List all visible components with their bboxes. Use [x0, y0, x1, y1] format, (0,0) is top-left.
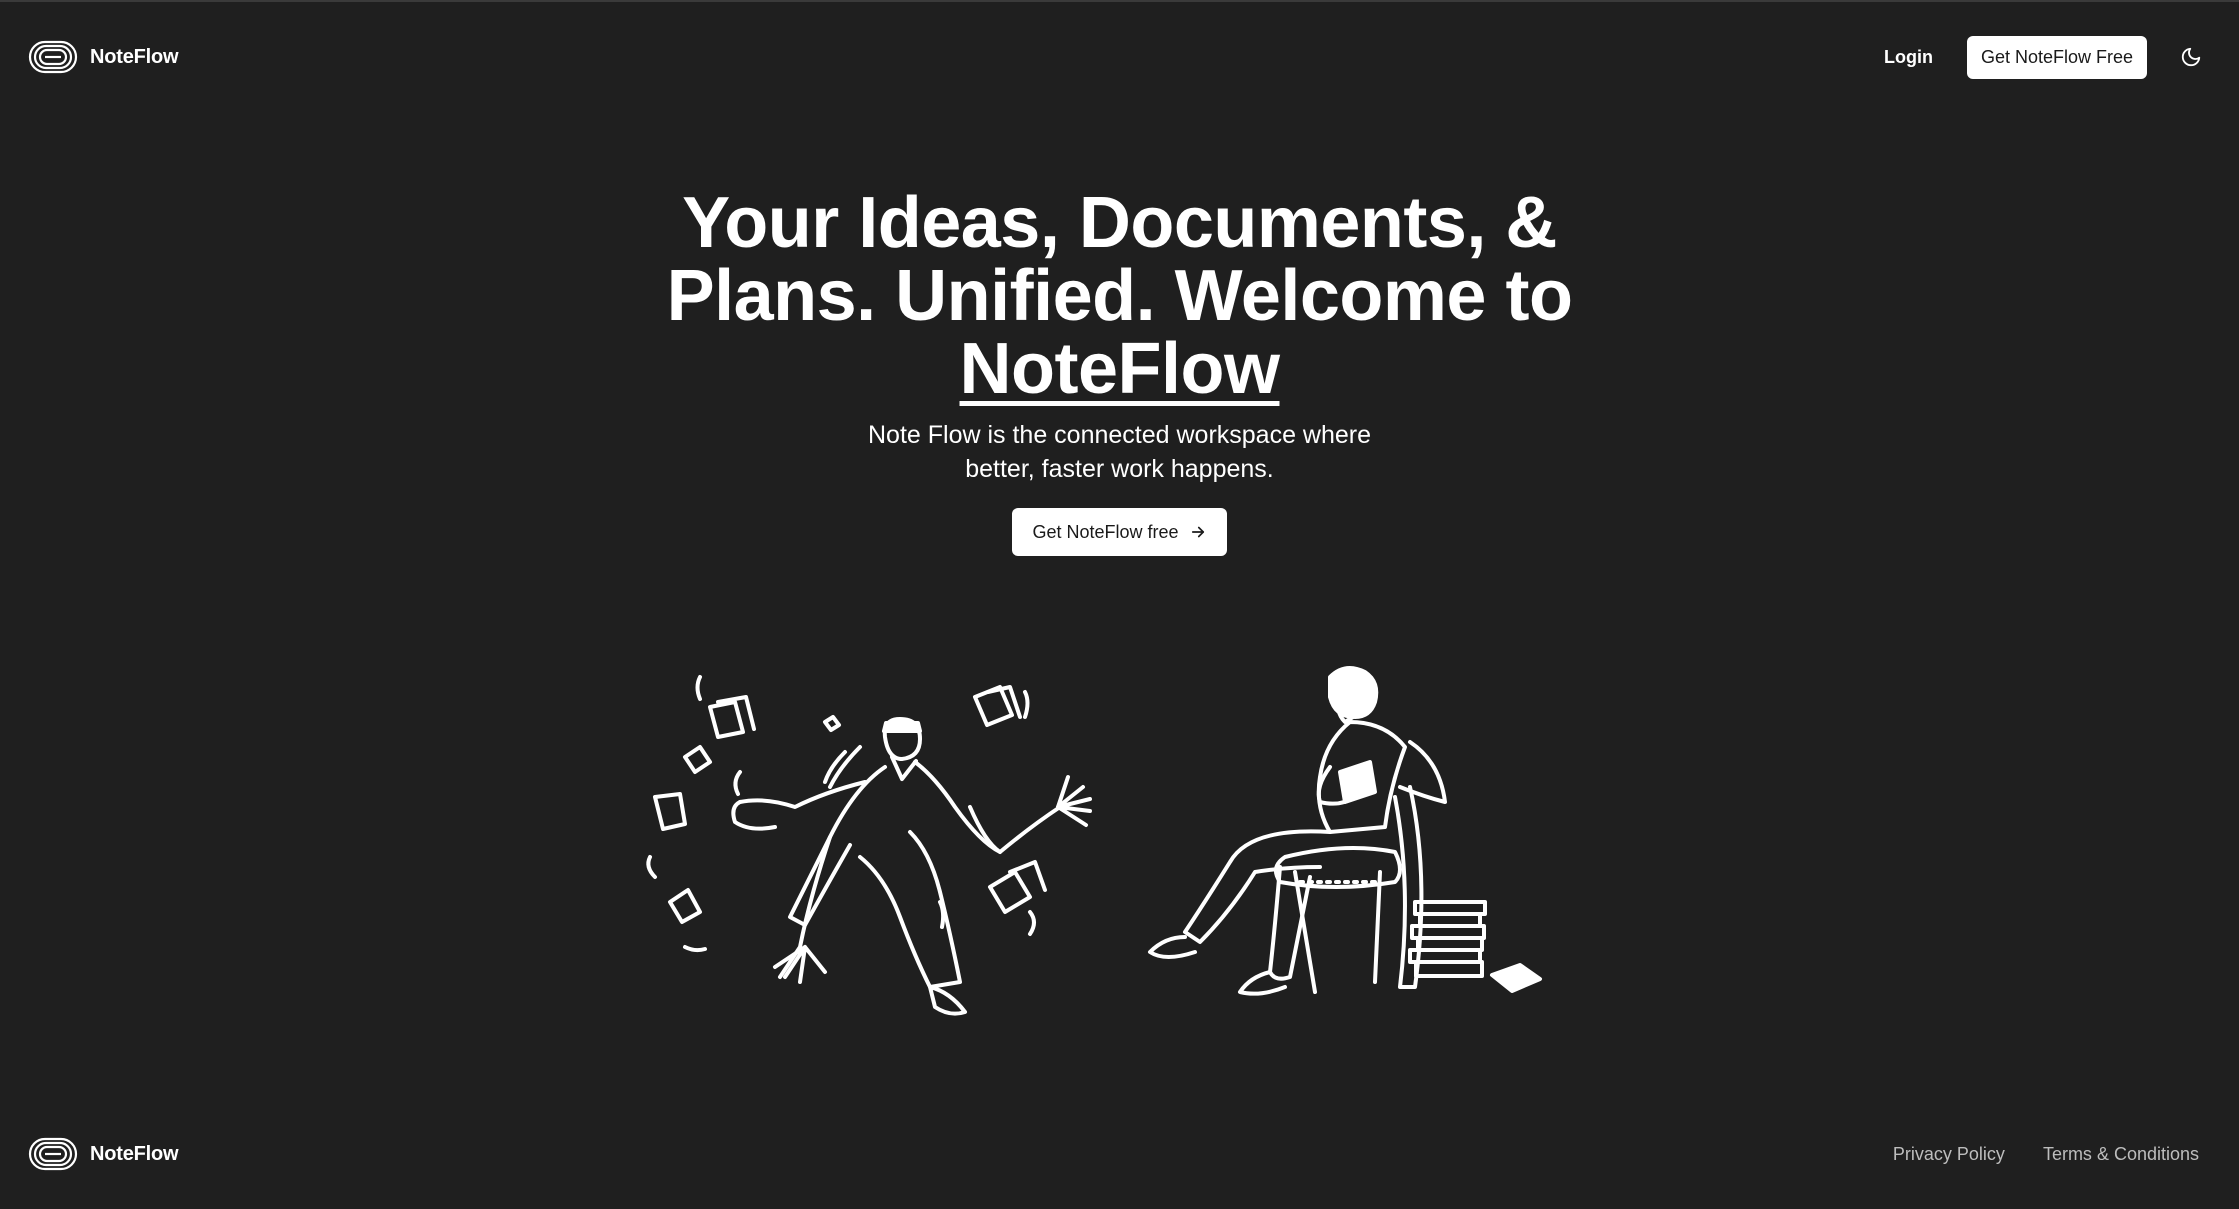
hero-section: Your Ideas, Documents, & Plans. Unified.… [0, 187, 2239, 556]
get-noteflow-free-button[interactable]: Get NoteFlow Free [1966, 35, 2147, 79]
hero-illustrations [630, 657, 1580, 1037]
page-footer: NoteFlow Privacy Policy Terms & Conditio… [0, 1099, 2239, 1209]
noteflow-logo-icon [28, 40, 78, 74]
footer-brand-name: NoteFlow [90, 1142, 179, 1165]
footer-links: Privacy Policy Terms & Conditions [1881, 1138, 2211, 1171]
brand-name: NoteFlow [90, 45, 179, 68]
moon-icon [2181, 47, 2201, 67]
terms-conditions-link[interactable]: Terms & Conditions [2031, 1138, 2211, 1171]
theme-toggle-button[interactable] [2171, 37, 2211, 77]
hero-title-lead: Your Ideas, Documents, & Plans. Unified.… [666, 183, 1573, 336]
login-button[interactable]: Login [1870, 37, 1947, 78]
privacy-policy-link[interactable]: Privacy Policy [1881, 1138, 2017, 1171]
top-navbar: NoteFlow Login Get NoteFlow Free [0, 2, 2239, 112]
header-actions: Login Get NoteFlow Free [1870, 35, 2211, 79]
hero-title: Your Ideas, Documents, & Plans. Unified.… [630, 187, 1610, 406]
hero-get-noteflow-button[interactable]: Get NoteFlow free [1012, 508, 1227, 556]
landing-page: NoteFlow Login Get NoteFlow Free Your Id… [0, 0, 2239, 1209]
hero-title-brand: NoteFlow [959, 329, 1280, 409]
running-person-illustration [646, 675, 1092, 1016]
brand-logo-link[interactable]: NoteFlow [28, 40, 179, 74]
hero-subtitle: Note Flow is the connected workspace whe… [867, 421, 1372, 483]
footer-brand-link[interactable]: NoteFlow [28, 1137, 179, 1171]
noteflow-logo-icon [28, 1137, 78, 1171]
hero-cta-label: Get NoteFlow free [1032, 521, 1179, 542]
arrow-right-icon [1191, 526, 1204, 538]
reading-person-illustration [1148, 666, 1542, 996]
